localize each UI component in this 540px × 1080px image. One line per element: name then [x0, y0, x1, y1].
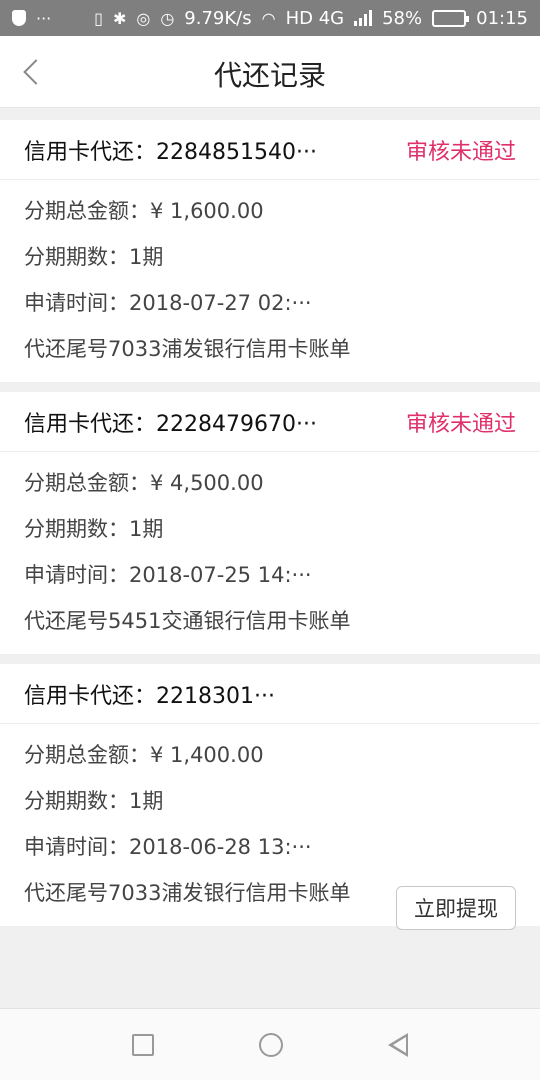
- record-amount: 分期总金额：¥ 1,600.00: [24, 199, 264, 223]
- triangle-back-icon[interactable]: [387, 1032, 408, 1057]
- record-periods: 分期期数：1期: [24, 789, 164, 813]
- notification-icon: ▯: [94, 8, 103, 28]
- network-speed: 9.79K/s: [184, 7, 252, 29]
- record-description: 代还尾号7033浦发银行信用卡账单: [24, 881, 351, 905]
- record-body: 分期总金额：¥ 4,500.00 分期期数：1期 申请时间：2018-07-25…: [0, 452, 540, 654]
- navigation-bar: [0, 1008, 540, 1080]
- signal-icon: [354, 10, 373, 26]
- record-header: 信用卡代还：2228479670··· 审核未通过: [0, 392, 540, 452]
- record-time: 申请时间：2018-06-28 13:···: [24, 835, 312, 859]
- record-periods: 分期期数：1期: [24, 517, 164, 541]
- record-title: 信用卡代还：2218301···: [24, 683, 275, 709]
- status-right: ▯ ✱ ◎ ◷ 9.79K/s ◠ HD 4G 58% 01:15: [94, 8, 528, 29]
- record-amount: 分期总金额：¥ 4,500.00: [24, 471, 264, 495]
- battery-icon: [432, 9, 470, 27]
- record-card[interactable]: 信用卡代还：2284851540··· 审核未通过 分期总金额：¥ 1,600.…: [0, 120, 540, 382]
- record-title: 信用卡代还：2284851540···: [24, 139, 317, 165]
- battery-percent: 58%: [382, 7, 423, 29]
- record-body: 分期总金额：¥ 1,400.00 分期期数：1期 申请时间：2018-06-28…: [0, 724, 540, 930]
- shield-icon: [12, 10, 26, 26]
- record-list: 信用卡代还：2284851540··· 审核未通过 分期总金额：¥ 1,600.…: [0, 120, 540, 936]
- record-header: 信用卡代还：2218301···: [0, 664, 540, 724]
- record-amount: 分期总金额：¥ 1,400.00: [24, 743, 264, 767]
- network-type: HD 4G: [285, 7, 345, 29]
- more-dots: ···: [36, 8, 52, 28]
- record-card[interactable]: 信用卡代还：2218301··· 分期总金额：¥ 1,400.00 分期期数：1…: [0, 664, 540, 930]
- record-card[interactable]: 信用卡代还：2228479670··· 审核未通过 分期总金额：¥ 4,500.…: [0, 392, 540, 654]
- record-description: 代还尾号5451交通银行信用卡账单: [24, 609, 351, 633]
- record-description: 代还尾号7033浦发银行信用卡账单: [24, 337, 351, 361]
- record-periods: 分期期数：1期: [24, 245, 164, 269]
- status-badge: 审核未通过: [405, 139, 516, 165]
- bluetooth-icon: ✱: [112, 8, 127, 28]
- withdraw-button[interactable]: 立即提现: [396, 886, 516, 930]
- status-bar: ··· ▯ ✱ ◎ ◷ 9.79K/s ◠ HD 4G 58% 01:15: [0, 0, 540, 36]
- page-title: 代还记录: [213, 59, 326, 92]
- app-header: 代还记录: [0, 36, 540, 108]
- record-body: 分期总金额：¥ 1,600.00 分期期数：1期 申请时间：2018-07-27…: [0, 180, 540, 382]
- status-badge: 审核未通过: [405, 411, 516, 437]
- record-header: 信用卡代还：2284851540··· 审核未通过: [0, 120, 540, 180]
- square-icon[interactable]: [132, 1033, 155, 1056]
- record-time: 申请时间：2018-07-25 14:···: [24, 563, 312, 587]
- wifi-icon: ◠: [261, 8, 276, 28]
- record-title: 信用卡代还：2228479670···: [24, 411, 317, 437]
- circle-icon[interactable]: [258, 1032, 283, 1057]
- status-left: ···: [12, 9, 51, 28]
- record-time: 申请时间：2018-07-27 02:···: [24, 291, 312, 315]
- clock: 01:15: [476, 7, 528, 29]
- alarm-icon: ◷: [160, 8, 175, 28]
- nfc-icon: ◎: [136, 8, 151, 28]
